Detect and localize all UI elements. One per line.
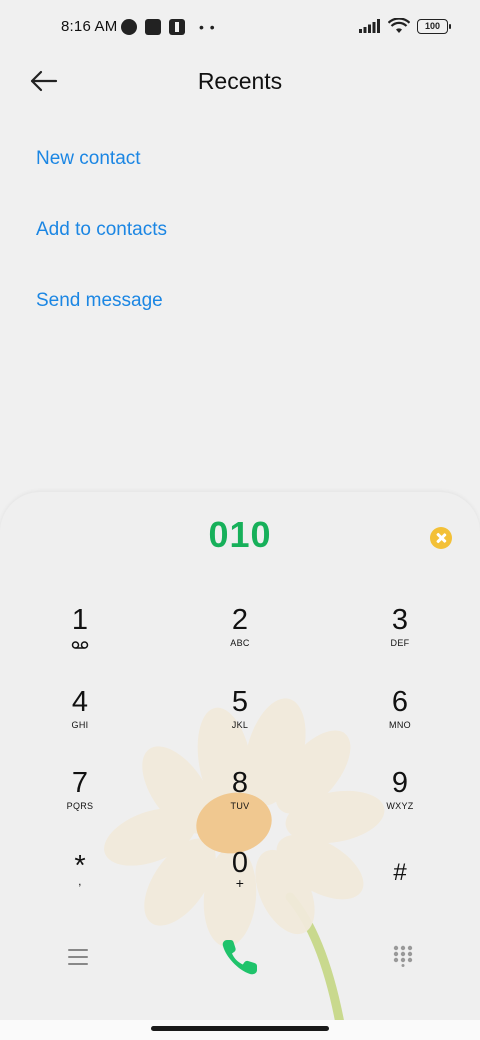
key-hash[interactable]: # [340,857,460,931]
key-letters: MNO [389,720,411,730]
key-digit: # [393,859,407,886]
page-title: Recents [197,68,283,94]
battery-icon: 100 [417,18,451,34]
key-3[interactable]: 3 DEF [340,604,460,678]
toolbar: Recents [0,56,480,108]
wifi-icon [388,18,410,33]
key-7[interactable]: 7 PQRS [20,767,140,841]
key-letters: JKL [231,720,249,730]
key-5[interactable]: 5 JKL [180,686,300,760]
add-to-contacts-link[interactable]: Add to contacts [36,219,167,241]
vpn-icon [121,19,137,35]
key-digit: 1 [71,604,89,636]
key-0[interactable]: 0 + [180,847,300,921]
voicemail-icon [71,641,89,649]
key-letters: , [78,874,82,888]
key-letters: DEF [390,638,410,648]
system-icons: 100 [359,18,451,34]
dialpad-grid-icon [393,945,413,967]
status-bar: 8:16 AM • • 100 [0,0,480,56]
signal-icon [359,19,380,33]
key-2[interactable]: 2 ABC [180,604,300,678]
new-contact-link[interactable]: New contact [36,148,141,170]
menu-icon-line [68,963,88,965]
menu-icon-line [68,956,88,958]
dialpad-panel: 010 1 2 ABC 3 DEF 4 GHI 5 JKL 6 MNO 7 PQ… [0,492,480,1040]
key-digit: 2 [231,604,249,636]
key-star[interactable]: * , [20,850,140,924]
key-digit: 9 [391,767,409,799]
key-digit: 4 [71,686,89,718]
key-9[interactable]: 9 WXYZ [340,767,460,841]
key-letters: GHI [71,720,89,730]
notification-icons: • • [121,19,216,35]
key-1[interactable]: 1 [20,604,140,678]
key-letters: PQRS [66,801,94,811]
dialpad-toggle-button[interactable] [393,945,413,967]
upload-icon [169,19,185,35]
clear-number-button[interactable] [430,527,452,549]
square-notification-icon [145,19,161,35]
key-letters: TUV [230,801,250,811]
key-8[interactable]: 8 TUV [180,767,300,841]
key-letters: ABC [230,638,250,648]
key-letters: + [235,875,245,891]
send-message-link[interactable]: Send message [36,290,163,312]
entered-number: 010 [208,514,272,555]
status-time: 8:16 AM [61,18,118,35]
key-digit: 3 [391,604,409,636]
key-digit: 8 [231,767,249,799]
menu-icon-line [68,949,88,951]
key-digit: 5 [231,686,249,718]
key-digit: 7 [71,767,89,799]
key-6[interactable]: 6 MNO [340,686,460,760]
key-4[interactable]: 4 GHI [20,686,140,760]
home-indicator[interactable] [151,1026,329,1031]
key-digit: 6 [391,686,409,718]
menu-button[interactable] [68,949,88,965]
phone-icon [222,940,257,975]
call-button[interactable] [218,935,262,979]
key-letters: WXYZ [386,801,414,811]
more-notifications-icon: • • [199,19,216,35]
